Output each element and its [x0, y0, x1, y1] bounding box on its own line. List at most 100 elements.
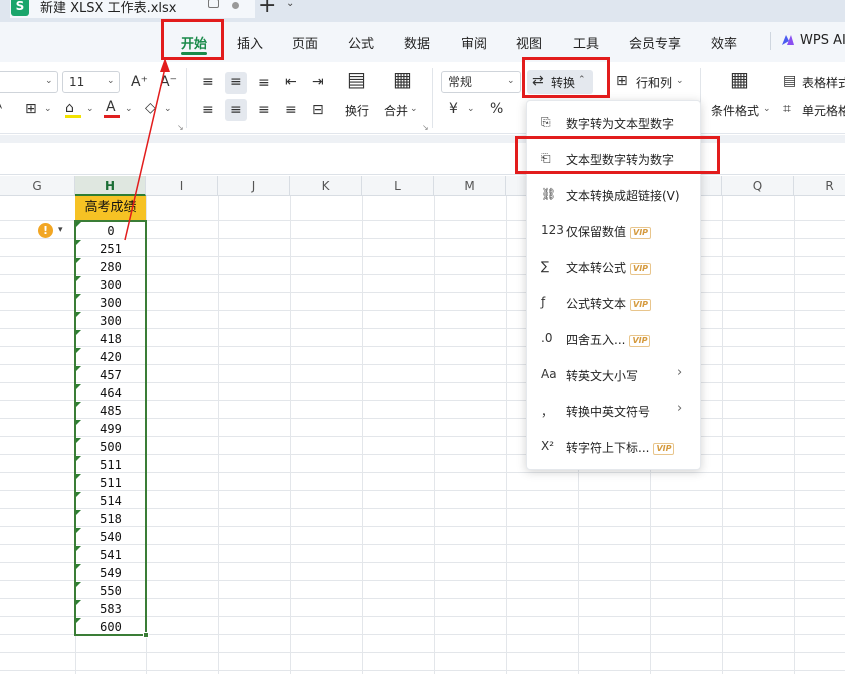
column-header-J[interactable]: J	[218, 176, 290, 196]
alignment-dialog-launcher-icon[interactable]: ↘	[422, 123, 429, 132]
cell-H-value[interactable]: 0	[76, 222, 146, 240]
unsaved-dot-icon[interactable]	[232, 2, 239, 9]
tab-insert[interactable]: 插入	[237, 33, 263, 52]
column-header-K[interactable]: K	[290, 176, 362, 196]
decrease-indent-icon[interactable]: ⇤	[285, 74, 297, 90]
document-title[interactable]: 新建 XLSX 工作表.xlsx	[40, 0, 176, 16]
tab-efficiency[interactable]: 效率	[711, 33, 737, 52]
chevron-down-icon[interactable]: ⌄	[86, 104, 94, 114]
tab-formula[interactable]: 公式	[348, 33, 374, 52]
menu-item-case-convert[interactable]: Aa 转英文大小写 ›	[527, 360, 702, 390]
align-center-icon[interactable]: ≡	[230, 102, 242, 118]
font-grow-icon[interactable]: A⁺	[131, 74, 148, 90]
menu-item-keep-values[interactable]: 123 仅保留数值 VIP	[527, 216, 702, 246]
cell-H-value[interactable]: 549	[76, 564, 146, 582]
increase-indent-icon[interactable]: ⇥	[312, 74, 324, 90]
cell-H-value[interactable]: 457	[76, 366, 146, 384]
chevron-down-icon[interactable]: ⌄	[763, 104, 771, 114]
chevron-down-icon[interactable]: ⌄	[44, 104, 52, 114]
tab-data[interactable]: 数据	[404, 33, 430, 52]
table-style-button[interactable]: 表格样式	[802, 74, 845, 91]
menu-item-formula-to-text[interactable]: ƒ 公式转文本 VIP	[527, 288, 702, 318]
chevron-down-icon[interactable]: ⌄	[125, 104, 133, 114]
chevron-down-icon[interactable]: ⌄	[410, 104, 418, 114]
merge-cells-icon[interactable]: ▦	[393, 69, 412, 89]
align-bottom-icon[interactable]: ≡	[258, 75, 270, 91]
cell-H-value[interactable]: 300	[76, 294, 146, 312]
currency-icon[interactable]: ¥	[449, 101, 458, 117]
cell-H-value[interactable]: 300	[76, 312, 146, 330]
conditional-format-icon[interactable]: ▦	[730, 69, 749, 89]
cell-H-value[interactable]: 420	[76, 348, 146, 366]
column-header-L[interactable]: L	[362, 176, 434, 196]
cell-H-value[interactable]: 550	[76, 582, 146, 600]
clear-format-icon[interactable]: ◇	[145, 100, 156, 116]
tab-view[interactable]: 视图	[516, 33, 542, 52]
menu-item-text-to-hyperlink[interactable]: ⛓ 文本转换成超链接(V)	[527, 180, 702, 210]
window-icon[interactable]	[208, 0, 219, 8]
percent-icon[interactable]: %	[490, 101, 503, 117]
rows-columns-button[interactable]: 行和列	[636, 74, 672, 91]
wps-ai-icon[interactable]	[781, 33, 795, 47]
cell-H-value[interactable]: 511	[76, 474, 146, 492]
cell-H-value[interactable]: 300	[76, 276, 146, 294]
error-warning-icon[interactable]: !	[38, 223, 53, 238]
column-header-H[interactable]: H	[75, 176, 146, 196]
cell-H-value[interactable]: 541	[76, 546, 146, 564]
cell-H-value[interactable]: 514	[76, 492, 146, 510]
align-middle-icon[interactable]: ≡	[230, 74, 242, 90]
menu-item-super-sub-script[interactable]: X² 转字符上下标... VIP	[527, 432, 702, 462]
font-dialog-launcher-icon[interactable]: ↘	[177, 123, 184, 132]
font-color-icon[interactable]: A	[106, 99, 116, 115]
menu-item-number-to-text[interactable]: ⎘ 数字转为文本型数字	[527, 108, 702, 138]
chevron-down-icon[interactable]: ▾	[58, 225, 63, 235]
cell-H-value[interactable]: 511	[76, 456, 146, 474]
cell-H-value[interactable]: 499	[76, 420, 146, 438]
distributed-align-icon[interactable]: ⊟	[312, 102, 324, 118]
new-tab-button[interactable]: +	[258, 0, 276, 18]
tab-member[interactable]: 会员专享	[629, 33, 681, 52]
wps-ai-button[interactable]: WPS AI	[800, 33, 845, 48]
rows-columns-icon[interactable]: ⊞	[616, 73, 628, 89]
wrap-text-button[interactable]: 换行	[345, 102, 369, 119]
cell-H-value[interactable]: 583	[76, 600, 146, 618]
cell-H-value[interactable]: 464	[76, 384, 146, 402]
cell-H-value[interactable]: 540	[76, 528, 146, 546]
column-header-G[interactable]: G	[0, 176, 75, 196]
menu-item-punctuation-convert[interactable]: ， 转换中英文符号 ›	[527, 396, 702, 426]
column-header-R[interactable]: R	[794, 176, 845, 196]
align-right-icon[interactable]: ≡	[258, 102, 270, 118]
tab-list-chevron-icon[interactable]: ⌄	[286, 0, 294, 9]
align-left-icon[interactable]: ≡	[202, 102, 214, 118]
column-header-M[interactable]: M	[434, 176, 506, 196]
font-shrink-icon[interactable]: A⁻	[160, 74, 177, 90]
borders-icon[interactable]: ⊞	[25, 101, 37, 117]
align-top-icon[interactable]: ≡	[202, 74, 214, 90]
cell-format-icon[interactable]: ⌗	[783, 101, 791, 117]
cell-H-value[interactable]: 485	[76, 402, 146, 420]
cell-H-value[interactable]: 500	[76, 438, 146, 456]
column-header-I[interactable]: I	[146, 176, 218, 196]
cell-format-button[interactable]: 单元格格式	[802, 102, 845, 119]
tab-tools[interactable]: 工具	[573, 33, 599, 52]
menu-item-text-to-formula[interactable]: ∑ 文本转公式 VIP	[527, 252, 702, 282]
column-header-Q[interactable]: Q	[722, 176, 794, 196]
chevron-down-icon[interactable]: ⌄	[164, 104, 172, 114]
tab-review[interactable]: 审阅	[461, 33, 487, 52]
chevron-down-icon[interactable]: ⌄	[676, 76, 684, 86]
merge-cells-button[interactable]: 合并	[384, 102, 408, 119]
strikethrough-icon[interactable]: ᴬ	[0, 101, 2, 117]
cell-H-header[interactable]: 高考成绩	[75, 196, 146, 220]
cell-H-value[interactable]: 280	[76, 258, 146, 276]
chevron-down-icon[interactable]: ⌄	[467, 104, 475, 114]
wrap-text-icon[interactable]: ▤	[347, 69, 366, 89]
conditional-format-button[interactable]: 条件格式	[711, 102, 759, 119]
cell-H-value[interactable]: 418	[76, 330, 146, 348]
justify-icon[interactable]: ≡	[285, 102, 297, 118]
fill-color-icon[interactable]: ⌂	[65, 100, 74, 116]
table-style-icon[interactable]: ▤	[783, 73, 796, 89]
cell-H-value[interactable]: 600	[76, 618, 146, 636]
cell-H-value[interactable]: 518	[76, 510, 146, 528]
tab-page[interactable]: 页面	[292, 33, 318, 52]
cell-H-value[interactable]: 251	[76, 240, 146, 258]
